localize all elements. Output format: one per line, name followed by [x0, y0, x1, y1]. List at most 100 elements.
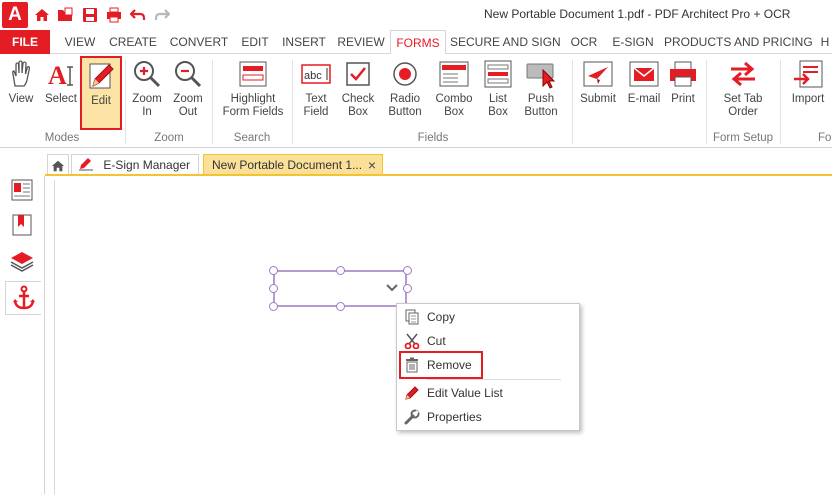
zoom-in-icon	[134, 61, 161, 88]
push-button-label: Push Button	[524, 93, 558, 118]
menu-item-copy-label: Copy	[427, 310, 456, 324]
tab-file[interactable]: FILE	[0, 30, 50, 54]
radio-button-label: Radio Button	[388, 93, 422, 118]
resize-handle-ne[interactable]	[403, 266, 412, 275]
submit-button[interactable]: Submit	[578, 58, 618, 128]
tab-view[interactable]: VIEW	[58, 30, 102, 54]
highlight-form-fields-button[interactable]: Highlight Form Fields	[220, 58, 286, 128]
anchor-icon[interactable]	[5, 281, 41, 315]
wrench-icon	[403, 408, 421, 426]
push-button-button[interactable]: Push Button	[518, 58, 564, 128]
e-sign-icon	[79, 158, 93, 171]
save-icon[interactable]	[80, 5, 100, 25]
check-box-label: Check Box	[341, 93, 375, 118]
app-logo[interactable]: A	[2, 2, 28, 28]
zoom-in-label: Zoom In	[132, 93, 162, 118]
zoom-in-button[interactable]: Zoom In	[128, 58, 166, 128]
menu-item-copy[interactable]: Copy	[401, 306, 577, 328]
text-field-button[interactable]: abc Text Field	[296, 58, 336, 128]
view-mode-label: View	[8, 93, 34, 105]
select-mode-label: Select	[45, 93, 77, 105]
radio-button-button[interactable]: Radio Button	[382, 58, 428, 128]
set-tab-order-button[interactable]: Set Tab Order	[716, 58, 770, 128]
combo-box-button[interactable]: Combo Box	[432, 58, 476, 128]
bookmarks-icon[interactable]	[8, 211, 36, 239]
app-window: A New Portable Document 1.pdf - PDF Arch…	[0, 0, 832, 494]
copy-icon	[403, 308, 421, 326]
envelope-icon	[629, 61, 659, 87]
text-field-label: Text Field	[303, 93, 329, 118]
menu-item-cut[interactable]: Cut	[401, 330, 577, 352]
tab-secure-and-sign[interactable]: SECURE AND SIGN	[450, 30, 561, 54]
tab-forms[interactable]: FORMS	[390, 30, 446, 55]
trash-icon	[403, 356, 421, 374]
scissors-icon	[403, 332, 421, 350]
tab-e-sign-manager[interactable]: E-Sign Manager	[71, 154, 199, 176]
zoom-out-button[interactable]: Zoom Out	[168, 58, 208, 128]
import-label: Import	[791, 93, 825, 105]
resize-handle-n[interactable]	[336, 266, 345, 275]
tab-review[interactable]: REVIEW	[334, 30, 388, 54]
tab-products-and-pricing[interactable]: PRODUCTS AND PRICING	[664, 30, 813, 54]
highlight-form-fields-label: Highlight Form Fields	[222, 93, 284, 118]
print-form-label: Print	[671, 93, 695, 105]
import-button[interactable]: Import	[788, 58, 828, 128]
menu-item-cut-label: Cut	[427, 334, 446, 348]
open-folder-icon[interactable]	[56, 5, 76, 25]
chevron-down-icon	[386, 284, 398, 292]
menu-item-remove[interactable]: Remove	[399, 351, 483, 379]
paper-plane-icon	[583, 61, 613, 87]
select-mode-button[interactable]: A Select	[42, 58, 80, 128]
tab-ocr[interactable]: OCR	[566, 30, 602, 54]
tab-help[interactable]: H	[818, 30, 832, 54]
text-field-icon: abc	[301, 64, 331, 84]
tab-document[interactable]: New Portable Document 1... ×	[203, 154, 383, 176]
combo-box-icon	[439, 61, 469, 87]
document-tab-bar: E-Sign Manager New Portable Document 1..…	[0, 149, 832, 176]
print-form-button[interactable]: Print	[666, 58, 700, 128]
edit-mode-label: Edit	[91, 95, 111, 107]
group-form-setup: Form Setup	[712, 132, 774, 144]
layers-icon[interactable]	[8, 247, 36, 275]
print-icon[interactable]	[104, 5, 124, 25]
tab-convert[interactable]: CONVERT	[166, 30, 232, 54]
tab-insert[interactable]: INSERT	[278, 30, 330, 54]
resize-handle-sw[interactable]	[269, 302, 278, 311]
view-mode-button[interactable]: View	[4, 58, 38, 128]
tab-e-sign[interactable]: E-SIGN	[608, 30, 658, 54]
home-tab[interactable]	[47, 154, 69, 176]
group-zoom: Zoom	[154, 132, 184, 144]
resize-handle-w[interactable]	[269, 284, 278, 293]
zoom-out-icon	[175, 61, 202, 88]
edit-mode-button[interactable]: Edit	[80, 56, 122, 130]
tab-create[interactable]: CREATE	[106, 30, 160, 54]
check-box-button[interactable]: Check Box	[338, 58, 378, 128]
email-label: E-mail	[627, 93, 661, 105]
resize-handle-nw[interactable]	[269, 266, 278, 275]
tab-document-label: New Portable Document 1...	[212, 158, 363, 172]
list-box-button[interactable]: List Box	[480, 58, 516, 128]
text-select-icon: A	[48, 61, 73, 90]
home-icon[interactable]	[32, 5, 52, 25]
group-form-data: Fo	[818, 132, 832, 144]
menu-item-edit-value-list[interactable]: Edit Value List	[401, 382, 577, 404]
side-panel: >	[0, 149, 45, 494]
pencil-icon	[403, 384, 421, 402]
menu-item-properties-label: Properties	[427, 410, 482, 424]
close-tab-icon[interactable]: ×	[368, 155, 376, 175]
hand-icon	[12, 60, 31, 87]
menu-separator	[427, 379, 561, 380]
ribbon: View A Select Edit Modes Zoom In Zoom Ou…	[0, 54, 832, 148]
svg-text:abc: abc	[304, 70, 322, 82]
redo-icon[interactable]	[152, 5, 172, 25]
tab-edit[interactable]: EDIT	[236, 30, 274, 54]
undo-icon[interactable]	[128, 5, 148, 25]
menu-item-properties[interactable]: Properties	[401, 406, 577, 428]
resize-handle-s[interactable]	[336, 302, 345, 311]
push-button-icon	[526, 63, 556, 89]
resize-handle-e[interactable]	[403, 284, 412, 293]
pages-icon[interactable]	[8, 176, 36, 204]
email-button[interactable]: E-mail	[624, 58, 664, 128]
tab-order-icon	[731, 61, 755, 87]
home-tab-icon	[51, 160, 65, 171]
